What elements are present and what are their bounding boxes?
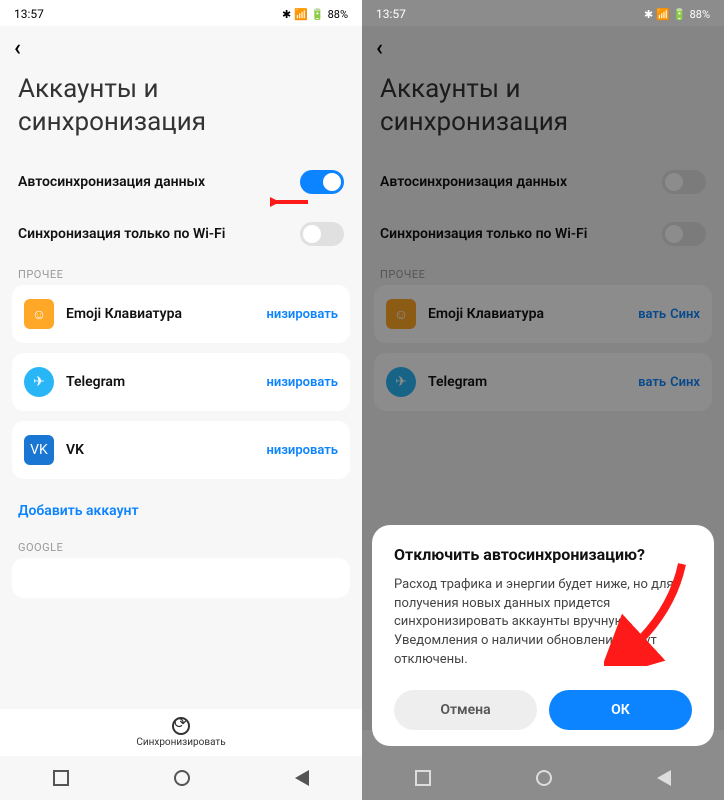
nav-bar — [362, 756, 724, 800]
bluetooth-icon: ✱ — [644, 8, 653, 21]
phone-right: 13:57 ✱ 📶 🔋 88% ‹ Аккаунты и синхронизац… — [362, 0, 724, 800]
sync-bottom-label: Синхронизировать — [136, 737, 225, 748]
emoji-keyboard-icon: ☺ — [24, 299, 54, 329]
wifi-only-label: Синхронизация только по Wi-Fi — [18, 226, 225, 242]
nav-home-button[interactable] — [174, 770, 190, 786]
account-name: VK — [66, 442, 266, 458]
nav-recent-button[interactable] — [415, 770, 431, 786]
google-list — [0, 558, 362, 598]
phone-left: 13:57 ✱ 📶 🔋 88% ‹ Аккаунты и синхронизац… — [0, 0, 362, 800]
sync-icon — [172, 717, 190, 735]
autosync-toggle — [662, 170, 706, 194]
sync-actions: ватьСинх — [638, 307, 700, 322]
autosync-toggle[interactable] — [300, 170, 344, 194]
bluetooth-icon: ✱ — [282, 8, 291, 21]
signal-icon: 📶 — [294, 8, 308, 21]
battery-text: 88% — [328, 8, 348, 21]
account-row-google[interactable] — [12, 558, 350, 598]
nav-home-button[interactable] — [536, 770, 552, 786]
dialog-buttons: Отмена ОК — [394, 690, 692, 730]
account-row-telegram: ✈ Telegram ватьСинх — [374, 353, 712, 411]
account-row-emoji: ☺ Emoji Клавиатура ватьСинх — [374, 285, 712, 343]
nav-bar — [0, 756, 362, 800]
battery-icon: 🔋 — [311, 8, 325, 21]
back-button[interactable]: ‹ — [14, 36, 21, 61]
page-title: Аккаунты и синхронизация — [0, 65, 362, 156]
wifi-only-toggle[interactable] — [300, 222, 344, 246]
sync-action[interactable]: низировать — [266, 443, 338, 458]
back-button: ‹ — [376, 36, 383, 61]
status-bar: 13:57 ✱ 📶 🔋 88% — [0, 0, 362, 26]
sync-actions: ватьСинх — [638, 375, 700, 390]
ok-button[interactable]: ОК — [549, 690, 692, 730]
battery-icon: 🔋 — [673, 8, 687, 21]
sync-action[interactable]: низировать — [266, 307, 338, 322]
account-list: ☺ Emoji Клавиатура низировать ✈ Telegram… — [0, 285, 362, 479]
vk-icon: VK — [24, 435, 54, 465]
section-google: GOOGLE — [0, 533, 362, 558]
telegram-icon: ✈ — [386, 367, 416, 397]
screen-content: ‹ Аккаунты и синхронизация Автосинхрониз… — [0, 26, 362, 756]
wifi-only-row: Синхронизация только по Wi-Fi — [362, 208, 724, 260]
section-other: ПРОЧЕЕ — [0, 260, 362, 285]
status-time: 13:57 — [14, 7, 44, 21]
wifi-only-row[interactable]: Синхронизация только по Wi-Fi — [0, 208, 362, 260]
nav-back-button[interactable] — [295, 770, 309, 786]
telegram-icon: ✈ — [24, 367, 54, 397]
status-bar: 13:57 ✱ 📶 🔋 88% — [362, 0, 724, 26]
cancel-button[interactable]: Отмена — [394, 690, 537, 730]
confirm-dialog: Отключить автосинхронизацию? Расход траф… — [372, 525, 714, 746]
account-name: Telegram — [66, 374, 266, 390]
account-name: Emoji Клавиатура — [66, 306, 266, 322]
status-icons: ✱ 📶 🔋 88% — [282, 8, 348, 21]
status-icons: ✱ 📶 🔋 88% — [644, 8, 710, 21]
account-row-emoji[interactable]: ☺ Emoji Клавиатура низировать — [12, 285, 350, 343]
add-account-button[interactable]: Добавить аккаунт — [0, 489, 362, 533]
dialog-text: Расход трафика и энергии будет ниже, но … — [394, 576, 692, 670]
page-title: Аккаунты и синхронизация — [362, 65, 724, 156]
sync-bottom-button[interactable]: Синхронизировать — [0, 709, 362, 756]
wifi-only-toggle — [662, 222, 706, 246]
nav-back-button[interactable] — [657, 770, 671, 786]
status-time: 13:57 — [376, 7, 406, 21]
dialog-title: Отключить автосинхронизацию? — [394, 545, 692, 564]
account-row-vk[interactable]: VK VK низировать — [12, 421, 350, 479]
autosync-row: Автосинхронизация данных — [362, 156, 724, 208]
back-bar: ‹ — [0, 26, 362, 65]
account-row-telegram[interactable]: ✈ Telegram низировать — [12, 353, 350, 411]
battery-text: 88% — [690, 8, 710, 21]
nav-recent-button[interactable] — [53, 770, 69, 786]
sync-action[interactable]: низировать — [266, 375, 338, 390]
emoji-keyboard-icon: ☺ — [386, 299, 416, 329]
autosync-label: Автосинхронизация данных — [18, 174, 205, 190]
signal-icon: 📶 — [656, 8, 670, 21]
autosync-row[interactable]: Автосинхронизация данных — [0, 156, 362, 208]
